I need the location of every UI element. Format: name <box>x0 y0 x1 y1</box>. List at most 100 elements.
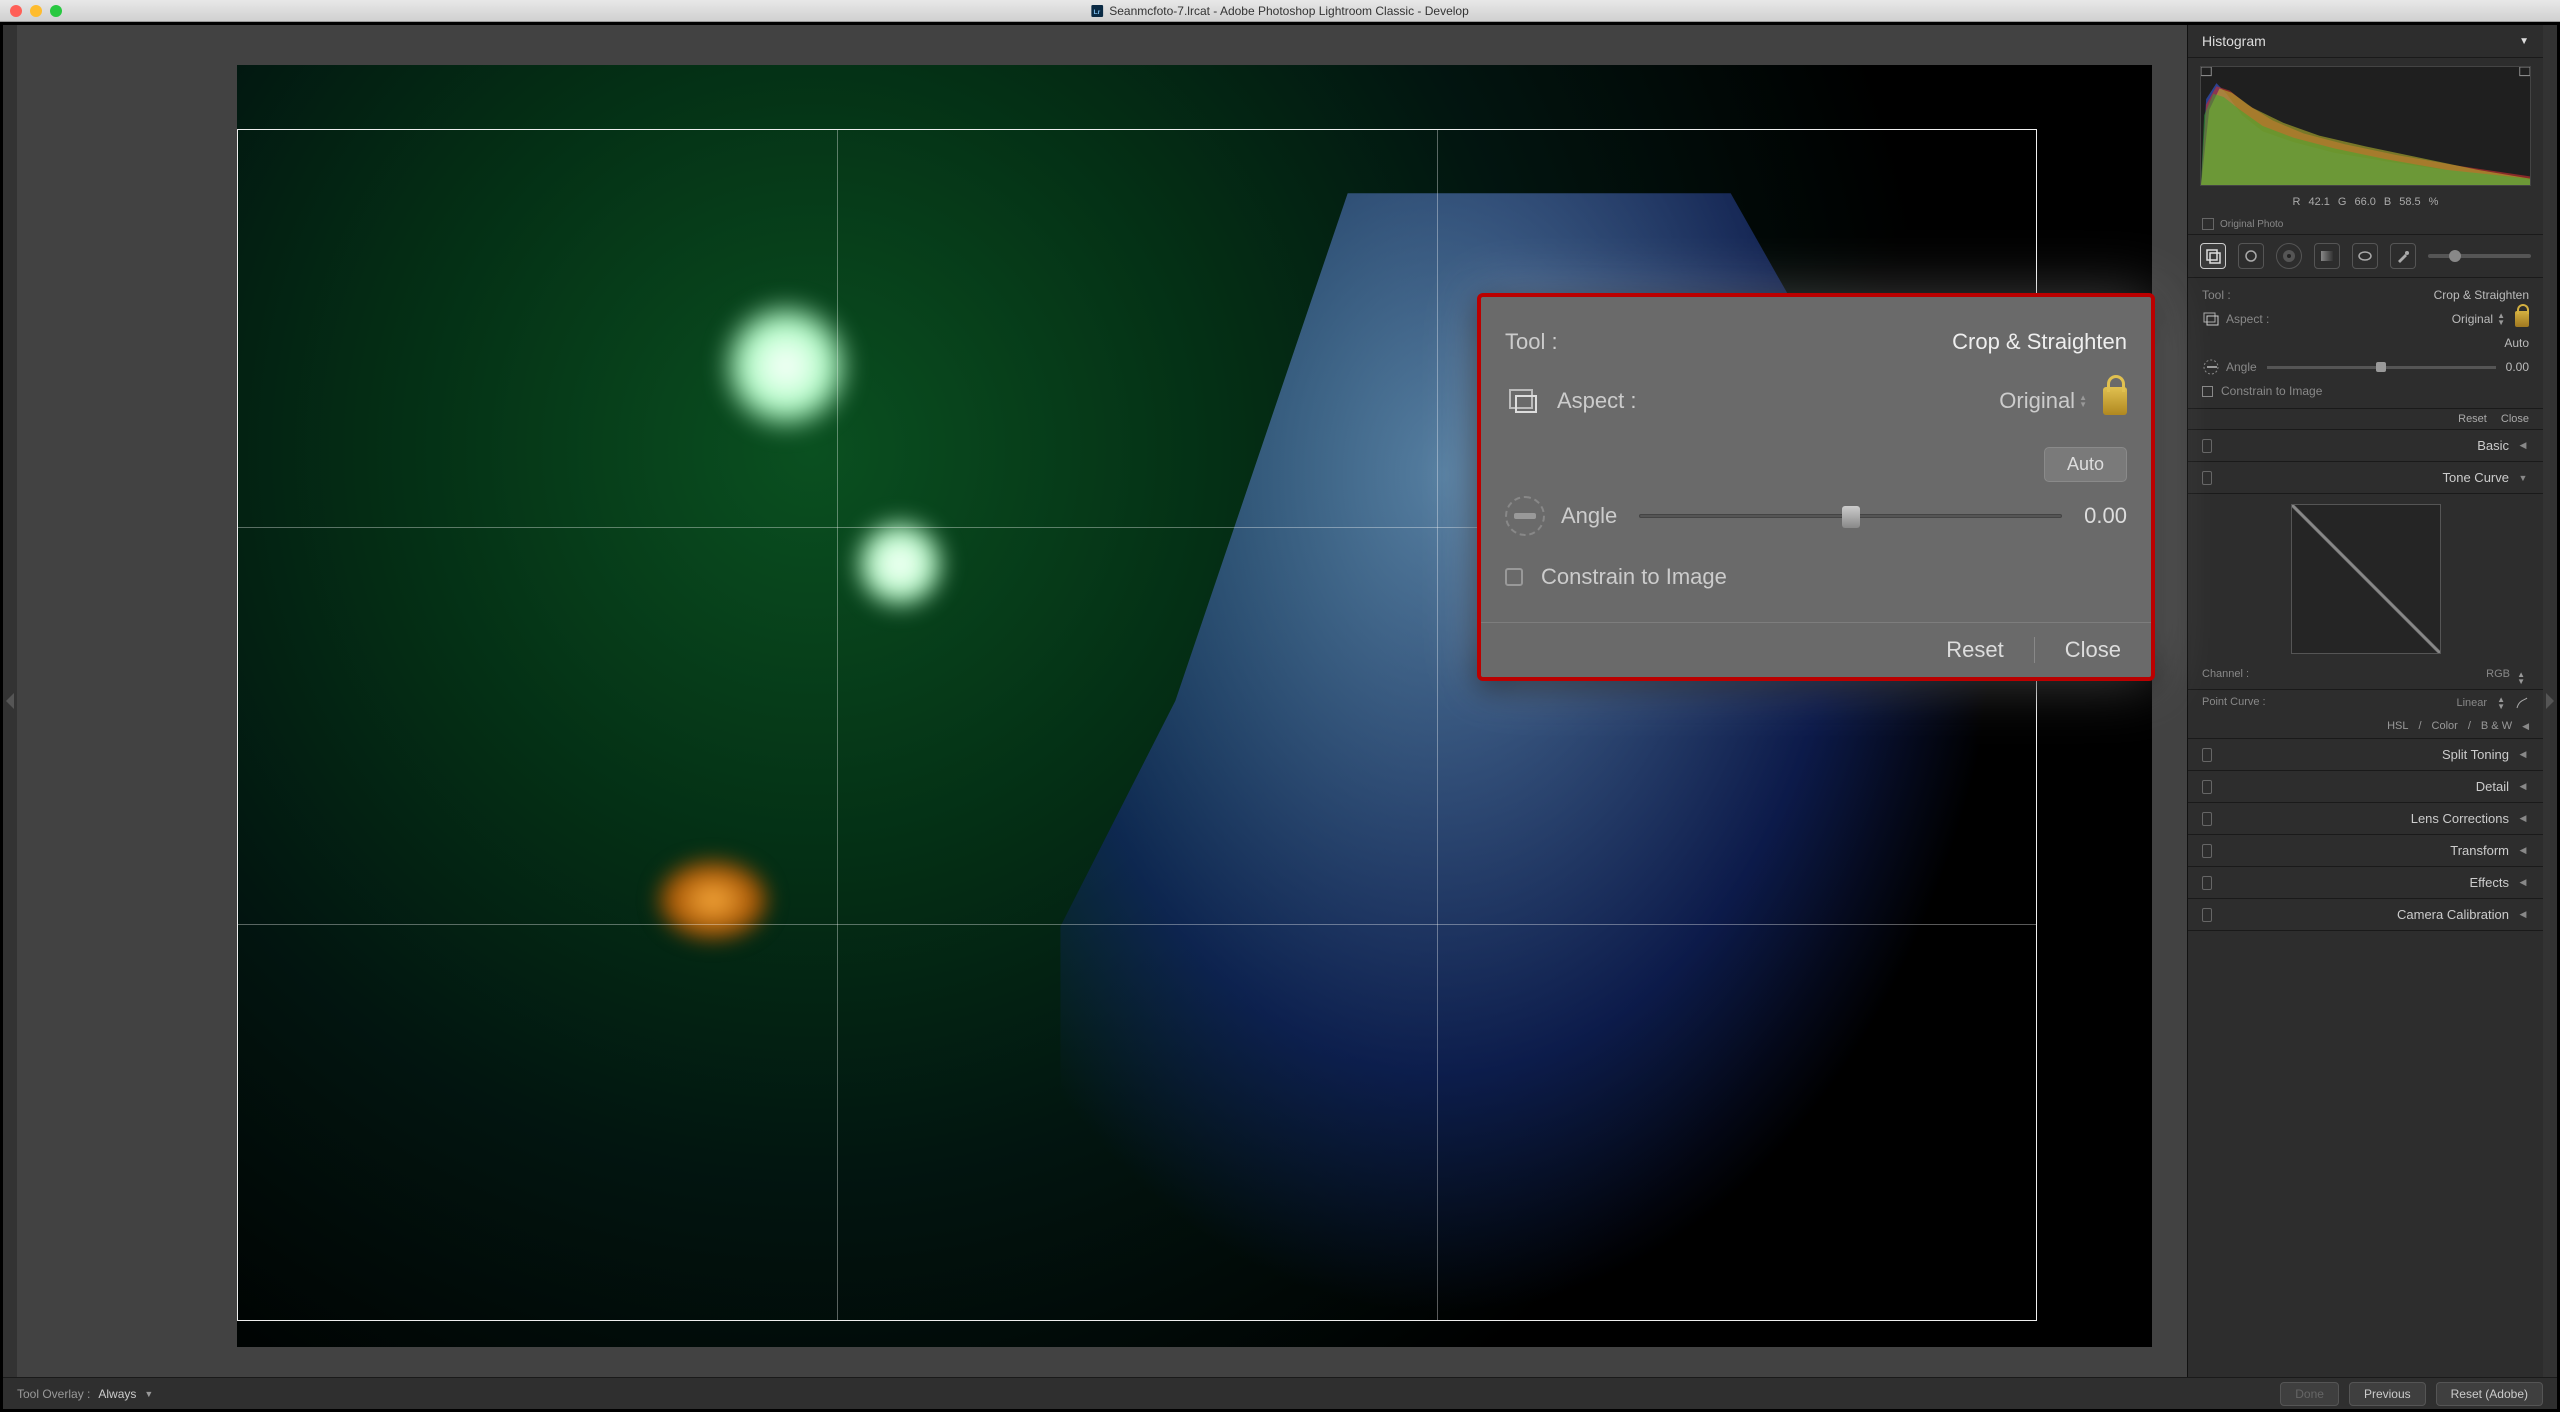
crop-close-button[interactable]: Close <box>2501 413 2529 425</box>
done-button[interactable]: Done <box>2280 1382 2339 1406</box>
basic-panel-header[interactable]: Basic <box>2188 430 2543 462</box>
histogram[interactable] <box>2200 66 2531 186</box>
graduated-filter-tool-icon[interactable] <box>2314 243 2340 269</box>
dropdown-arrow-icon[interactable]: ▼ <box>144 1389 153 1399</box>
panel-switch-icon[interactable] <box>2202 812 2212 826</box>
angle-slider[interactable] <box>1639 514 2062 518</box>
cameracalibration-panel-header[interactable]: Camera Calibration <box>2188 899 2543 931</box>
fullscreen-window-icon[interactable] <box>50 5 62 17</box>
adjustment-brush-tool-icon[interactable] <box>2390 243 2416 269</box>
panel-collapse-icon[interactable] <box>2522 720 2529 732</box>
tool-slider[interactable] <box>2428 254 2531 258</box>
panel-switch-icon[interactable] <box>2202 748 2212 762</box>
tonecurve-graph[interactable] <box>2291 504 2441 654</box>
aspect-lock-icon[interactable] <box>2515 311 2529 327</box>
dropdown-arrows-icon[interactable]: ▲▼ <box>2517 671 2525 685</box>
panel-collapse-icon[interactable] <box>2517 877 2529 889</box>
popup-tool-label: Tool : <box>1505 329 1558 355</box>
auto-button[interactable]: Auto <box>2504 336 2529 350</box>
left-panel-expand-icon[interactable] <box>3 25 17 1377</box>
panel-switch-icon[interactable] <box>2202 876 2212 890</box>
bw-label: B & W <box>2481 720 2512 732</box>
tool-slider-knob[interactable] <box>2449 250 2461 262</box>
panel-toggle-icon[interactable]: ▼ <box>2519 36 2529 47</box>
panel-collapse-icon[interactable] <box>2517 813 2529 825</box>
tonecurve-panel-header[interactable]: Tone Curve <box>2188 462 2543 494</box>
transform-panel-header[interactable]: Transform <box>2188 835 2543 867</box>
panel-switch-icon[interactable] <box>2202 471 2212 485</box>
angle-slider[interactable] <box>2267 366 2496 369</box>
popup-aspect-row: Aspect : Original ▲▼ <box>1505 369 2127 433</box>
panel-switch-icon[interactable] <box>2202 439 2212 453</box>
tool-label: Tool : <box>2202 288 2231 302</box>
channel-value[interactable]: RGB <box>2486 668 2510 680</box>
previous-button[interactable]: Previous <box>2349 1382 2426 1406</box>
detail-panel-header[interactable]: Detail <box>2188 771 2543 803</box>
pointcurve-edit-icon[interactable] <box>2515 696 2529 710</box>
panel-collapse-icon[interactable] <box>2517 845 2529 857</box>
angle-dial-icon[interactable] <box>2202 358 2220 376</box>
redeye-tool-icon[interactable] <box>2276 243 2302 269</box>
effects-panel-header[interactable]: Effects <box>2188 867 2543 899</box>
constrain-label[interactable]: Constrain to Image <box>2221 384 2322 398</box>
popup-constrain-row: Constrain to Image <box>1505 550 2127 604</box>
photo-preview[interactable] <box>237 65 2152 1347</box>
original-photo-label: Original Photo <box>2220 219 2283 230</box>
constrain-checkbox[interactable] <box>2202 386 2213 397</box>
panel-collapse-icon[interactable] <box>2517 472 2529 484</box>
traffic-lights <box>10 5 62 17</box>
canvas[interactable]: Tool : Crop & Straighten Aspect : Origin… <box>17 25 2187 1377</box>
pointcurve-value[interactable]: Linear <box>2457 697 2488 709</box>
panel-switch-icon[interactable] <box>2202 780 2212 794</box>
angle-slider-knob[interactable] <box>2376 362 2386 372</box>
constrain-checkbox[interactable] <box>1505 568 1523 586</box>
dropdown-arrows-icon[interactable]: ▲▼ <box>2497 696 2505 710</box>
original-photo-checkbox[interactable] <box>2202 218 2214 230</box>
photo-area[interactable] <box>237 65 2152 1347</box>
panel-collapse-icon[interactable] <box>2517 440 2529 452</box>
hsl-panel-header[interactable]: HSL / Color / B & W <box>2188 714 2543 739</box>
panel-switch-icon[interactable] <box>2202 908 2212 922</box>
radial-filter-tool-icon[interactable] <box>2352 243 2378 269</box>
crop-aspect-icon[interactable] <box>1505 383 1541 419</box>
window-titlebar: Lr Seanmcfoto-7.lrcat - Adobe Photoshop … <box>0 0 2560 22</box>
tooloverlay-value[interactable]: Always <box>98 1387 136 1401</box>
right-panel: Histogram ▼ R42.1 G66.0 B58.5 % <box>2187 25 2543 1377</box>
popup-angle-value: 0.00 <box>2084 503 2127 529</box>
crop-tool-icon[interactable] <box>2200 243 2226 269</box>
reset-adobe-button[interactable]: Reset (Adobe) <box>2436 1382 2543 1406</box>
crop-grid-line <box>837 130 838 1320</box>
spot-removal-tool-icon[interactable] <box>2238 243 2264 269</box>
panel-collapse-icon[interactable] <box>2517 749 2529 761</box>
histogram-readout: R42.1 G66.0 B58.5 % <box>2188 194 2543 214</box>
right-panel-collapse-icon[interactable] <box>2543 25 2557 1377</box>
close-window-icon[interactable] <box>10 5 22 17</box>
minimize-window-icon[interactable] <box>30 5 42 17</box>
angle-dial-icon[interactable] <box>1505 496 1545 536</box>
crop-aspect-icon[interactable] <box>2202 310 2220 328</box>
tonecurve-body: Channel : RGB ▲▼ Point Curve : Linear ▲▼ <box>2188 494 2543 714</box>
auto-straighten-button[interactable]: Auto <box>2044 447 2127 482</box>
lenscorrections-label: Lens Corrections <box>2411 811 2509 826</box>
histogram-header[interactable]: Histogram ▼ <box>2188 25 2543 58</box>
splittoning-panel-header[interactable]: Split Toning <box>2188 739 2543 771</box>
main-area: Tool : Crop & Straighten Aspect : Origin… <box>3 25 2557 1377</box>
lenscorrections-panel-header[interactable]: Lens Corrections <box>2188 803 2543 835</box>
popup-close-button[interactable]: Close <box>2065 637 2121 663</box>
crop-reset-button[interactable]: Reset <box>2458 413 2487 425</box>
aspect-value[interactable]: Original <box>2452 312 2493 326</box>
popup-reset-button[interactable]: Reset <box>1946 637 2003 663</box>
panel-collapse-icon[interactable] <box>2517 781 2529 793</box>
original-photo-row[interactable]: Original Photo <box>2188 214 2543 235</box>
histogram-label: Histogram <box>2202 33 2266 49</box>
popup-constrain-label[interactable]: Constrain to Image <box>1541 564 1727 590</box>
dropdown-arrows-icon[interactable]: ▲▼ <box>2079 394 2087 408</box>
angle-slider-knob[interactable] <box>1842 506 1860 528</box>
popup-aspect-value[interactable]: Original <box>1999 388 2075 414</box>
pointcurve-label: Point Curve : <box>2202 696 2266 710</box>
pointcurve-row: Point Curve : Linear ▲▼ <box>2188 689 2543 714</box>
panel-collapse-icon[interactable] <box>2517 909 2529 921</box>
aspect-lock-icon[interactable] <box>2103 387 2127 415</box>
panel-switch-icon[interactable] <box>2202 844 2212 858</box>
dropdown-arrows-icon[interactable]: ▲▼ <box>2497 312 2505 326</box>
